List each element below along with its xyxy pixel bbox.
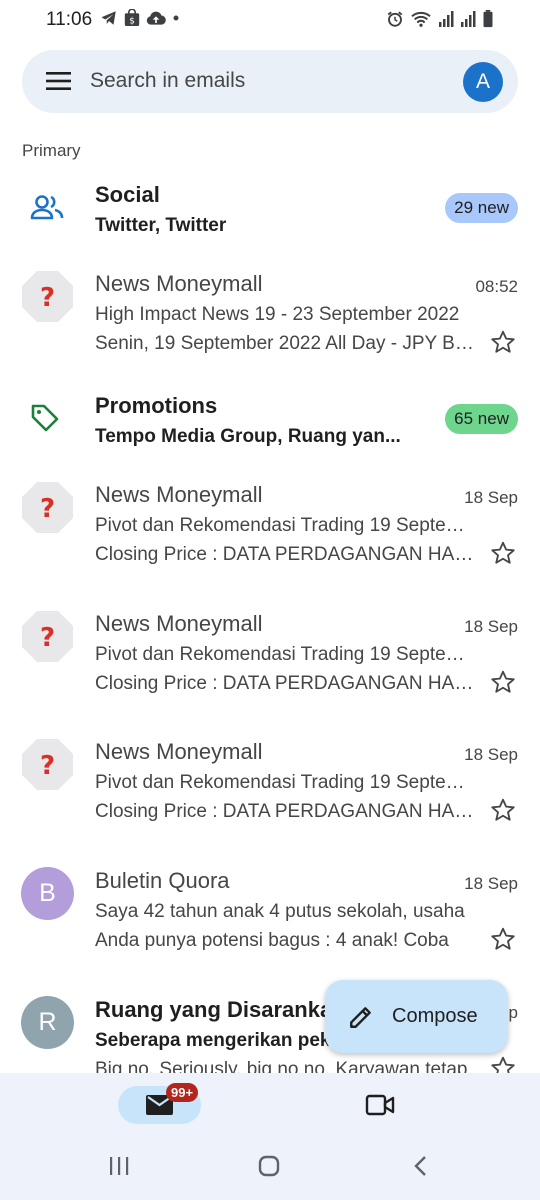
new-count-badge: 29 new xyxy=(445,193,518,223)
status-bar: 11:06 $ xyxy=(0,0,540,40)
unknown-sender-icon: ? xyxy=(22,482,73,533)
home-icon[interactable] xyxy=(258,1155,280,1177)
sender-avatar: R xyxy=(21,996,74,1049)
category-row-promotions[interactable]: Promotions Tempo Media Group, Ruang yan.… xyxy=(0,386,540,456)
email-subject: Pivot dan Rekomendasi Trading 19 Septemb… xyxy=(95,515,475,536)
email-snippet: Closing Price : DATA PERDAGANGAN HARIAN xyxy=(95,544,475,565)
unknown-sender-icon: ? xyxy=(22,739,73,790)
star-icon[interactable] xyxy=(490,669,516,695)
new-count-badge: 65 new xyxy=(445,404,518,434)
email-date: 18 Sep xyxy=(464,617,518,636)
people-icon xyxy=(30,195,64,220)
category-row-social[interactable]: Social Twitter, Twitter 29 new xyxy=(0,175,540,245)
dot-icon xyxy=(173,15,179,21)
category-title: Promotions xyxy=(95,393,218,418)
email-subject: Pivot dan Rekomendasi Trading 19 Septemb… xyxy=(95,772,475,793)
email-subject: Pivot dan Rekomendasi Trading 19 Septemb… xyxy=(95,644,475,665)
email-sender: Buletin Quora xyxy=(95,868,230,893)
bottom-navigation: 99+ xyxy=(0,1073,540,1200)
compose-label: Compose xyxy=(392,1005,478,1027)
email-sender: News Moneymall xyxy=(95,611,263,636)
wifi-icon xyxy=(411,11,431,27)
unread-count-badge: 99+ xyxy=(166,1083,199,1102)
category-senders: Twitter, Twitter xyxy=(95,215,227,236)
unknown-sender-icon: ? xyxy=(22,611,73,662)
search-bar[interactable]: Search in emails A xyxy=(22,50,518,113)
cloud-upload-icon xyxy=(146,11,166,25)
email-row[interactable]: ? News Moneymall 18 Sep Pivot dan Rekome… xyxy=(0,602,540,702)
search-input[interactable]: Search in emails xyxy=(90,69,245,93)
category-title: Social xyxy=(95,182,160,207)
email-snippet: Closing Price : DATA PERDAGANGAN HARIAN xyxy=(95,801,475,822)
category-senders: Tempo Media Group, Ruang yan... xyxy=(95,426,401,447)
email-snippet: Anda punya potensi bagus : 4 anak! Coba xyxy=(95,930,449,951)
email-row[interactable]: B Buletin Quora 18 Sep Saya 42 tahun ana… xyxy=(0,859,540,959)
email-subject: Saya 42 tahun anak 4 putus sekolah, usah… xyxy=(95,901,465,922)
email-sender: News Moneymall xyxy=(95,739,263,764)
telegram-icon xyxy=(101,11,116,25)
star-icon[interactable] xyxy=(490,329,516,355)
recent-apps-icon[interactable] xyxy=(108,1155,130,1177)
section-label-primary: Primary xyxy=(22,141,81,160)
tag-icon xyxy=(31,404,59,432)
email-snippet: Closing Price : DATA PERDAGANGAN HARIAN xyxy=(95,673,475,694)
star-icon[interactable] xyxy=(490,797,516,823)
email-row[interactable]: ? News Moneymall 08:52 High Impact News … xyxy=(0,262,540,362)
svg-text:$: $ xyxy=(129,17,135,27)
email-sender: News Moneymall xyxy=(95,271,263,296)
status-notification-icons: $ xyxy=(100,9,180,27)
status-system-icons xyxy=(386,10,494,28)
email-date: 18 Sep xyxy=(464,745,518,764)
email-date: 08:52 xyxy=(475,277,518,296)
pencil-icon xyxy=(350,1007,371,1028)
compose-button[interactable]: Compose xyxy=(325,980,508,1053)
star-icon[interactable] xyxy=(490,540,516,566)
email-sender: Ruang yang Disarankan xyxy=(95,997,346,1022)
svg-text:?: ? xyxy=(40,751,55,781)
video-camera-icon[interactable] xyxy=(365,1093,395,1117)
svg-text:?: ? xyxy=(40,283,55,313)
battery-icon xyxy=(483,10,493,28)
signal-2-icon xyxy=(461,11,476,27)
email-subject: High Impact News 19 - 23 September 2022 xyxy=(95,304,460,325)
unknown-sender-icon: ? xyxy=(22,271,73,322)
email-row[interactable]: ? News Moneymall 18 Sep Pivot dan Rekome… xyxy=(0,730,540,830)
email-snippet: Big no. Seriously, big no no. Karyawan t… xyxy=(95,1059,468,1073)
back-icon[interactable] xyxy=(410,1155,432,1177)
email-sender: News Moneymall xyxy=(95,482,263,507)
svg-text:?: ? xyxy=(40,494,55,524)
shopping-bag-icon: $ xyxy=(124,9,140,27)
status-time: 11:06 xyxy=(46,9,93,30)
star-icon[interactable] xyxy=(490,926,516,952)
email-row[interactable]: ? News Moneymall 18 Sep Pivot dan Rekome… xyxy=(0,473,540,573)
email-snippet: Senin, 19 September 2022 All Day - JPY B… xyxy=(95,333,475,354)
menu-icon[interactable] xyxy=(46,71,71,91)
alarm-icon xyxy=(387,11,403,27)
star-icon[interactable] xyxy=(490,1055,516,1073)
sender-avatar: B xyxy=(21,867,74,920)
svg-text:?: ? xyxy=(40,623,55,653)
email-date: 18 Sep xyxy=(464,488,518,507)
email-date: 18 Sep xyxy=(464,874,518,893)
account-avatar[interactable]: A xyxy=(463,62,503,102)
signal-1-icon xyxy=(439,11,454,27)
